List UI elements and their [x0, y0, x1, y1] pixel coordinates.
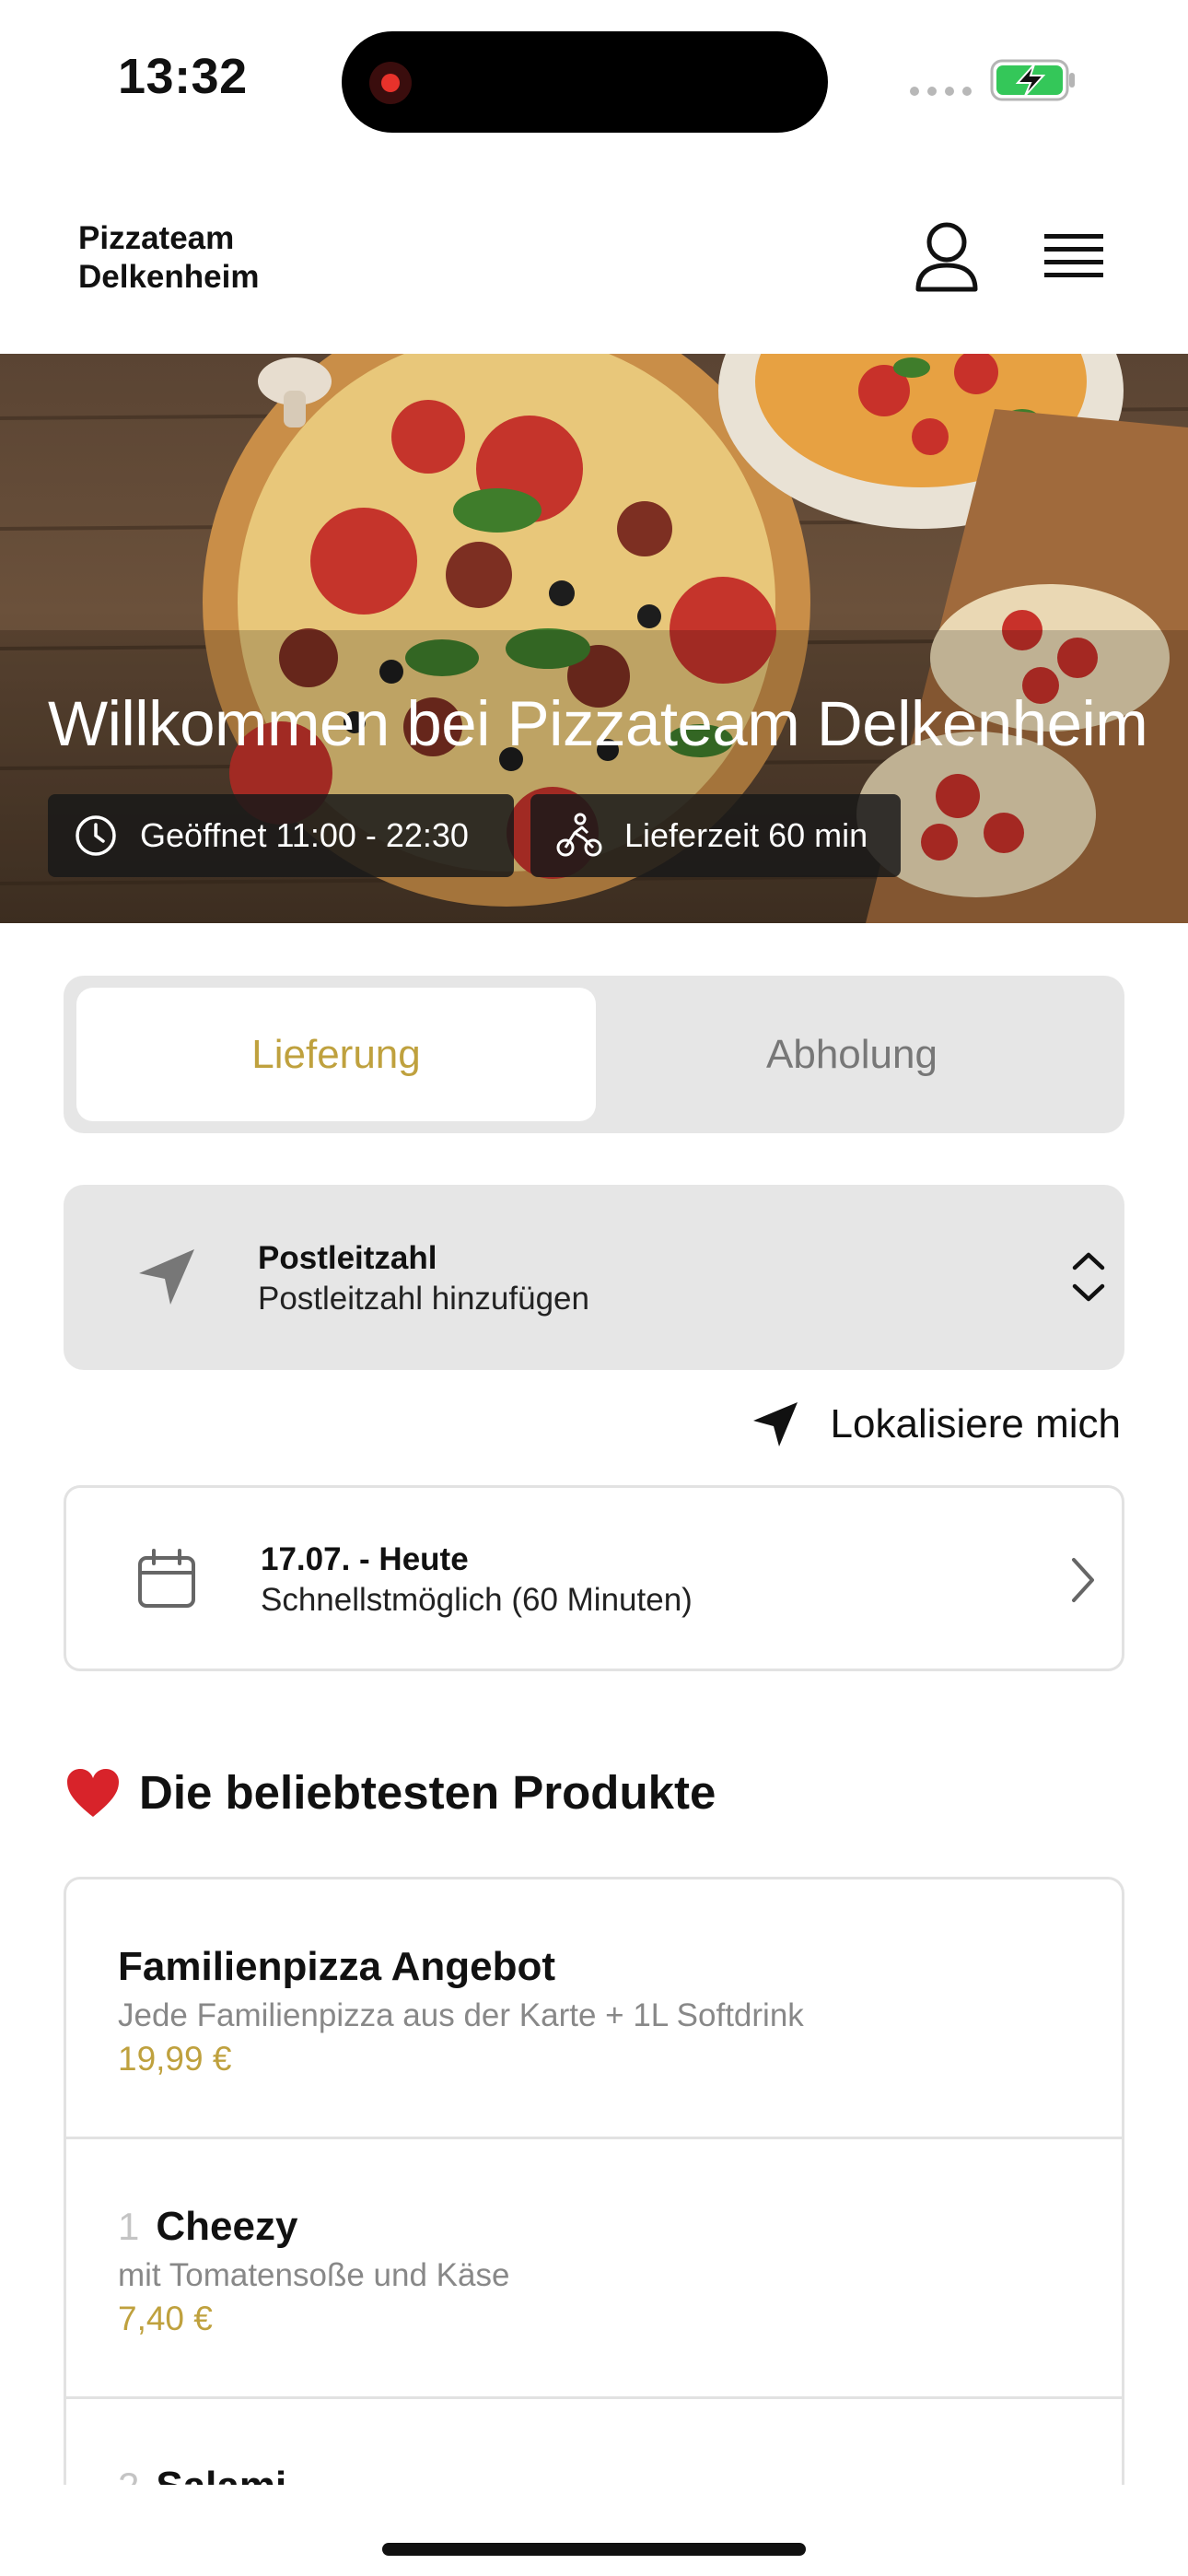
hero-title: Willkommen bei Pizzateam Delkenheim [48, 688, 1148, 759]
calendar-icon [138, 1549, 195, 1608]
dynamic-island [342, 31, 828, 133]
popular-products-list: Familienpizza Angebot Jede Familienpizza… [64, 1877, 1124, 2485]
opening-hours-badge: Geöffnet 11:00 - 22:30 [48, 794, 514, 877]
delivery-time-badge: Lieferzeit 60 min [530, 794, 901, 877]
recording-indicator-icon [369, 62, 412, 104]
product-item[interactable]: 2 Salami [66, 2399, 1122, 2485]
brand-logo-text[interactable]: Pizzateam Delkenheim [78, 219, 259, 297]
popular-products-heading: Die beliebtesten Produkte [65, 1765, 716, 1820]
delivery-time-text: Lieferzeit 60 min [624, 816, 868, 854]
product-item[interactable]: 1 Cheezy mit Tomatensoße und Käse 7,40 € [66, 2139, 1122, 2399]
product-item[interactable]: Familienpizza Angebot Jede Familienpizza… [66, 1879, 1122, 2139]
product-price: 19,99 € [118, 2040, 232, 2078]
home-indicator[interactable] [382, 2543, 806, 2556]
delivery-date-label: 17.07. - Heute [261, 1541, 469, 1577]
chevron-right-icon [1072, 1558, 1094, 1602]
status-time: 13:32 [118, 49, 248, 104]
product-price: 7,40 € [118, 2300, 213, 2337]
hamburger-menu-icon[interactable] [1042, 228, 1105, 287]
locate-me-label: Lokalisiere mich [830, 1401, 1121, 1446]
product-description: mit Tomatensoße und Käse [118, 2257, 510, 2293]
heart-icon [67, 1768, 119, 1817]
product-name-row: 2 Salami [118, 2464, 1070, 2485]
order-mode-switch: Lieferung Abholung [64, 976, 1124, 1133]
hero-banner: Willkommen bei Pizzateam Delkenheim Geöf… [0, 354, 1188, 923]
product-name: Familienpizza Angebot [118, 1944, 556, 1989]
delivery-bike-icon [556, 813, 602, 857]
popular-products-title: Die beliebtesten Produkte [139, 1766, 716, 1819]
product-description: Jede Familienpizza aus der Karte + 1L So… [118, 1997, 804, 2033]
product-number: 1 [118, 2205, 140, 2248]
tab-pickup[interactable]: Abholung [592, 988, 1112, 1121]
brand-name-line1: Pizzateam [78, 220, 235, 256]
delivery-time-value: Schnellstmöglich (60 Minuten) [261, 1582, 693, 1618]
location-arrow-icon [139, 1249, 194, 1305]
clock-icon [76, 815, 116, 856]
product-name: Salami [156, 2464, 286, 2485]
product-name-row: 1 Cheezy [118, 2204, 1070, 2250]
location-arrow-icon [752, 1402, 798, 1446]
tab-delivery[interactable]: Lieferung [76, 988, 596, 1121]
chevron-up-down-icon [1072, 1252, 1105, 1302]
product-number: 2 [118, 2465, 139, 2485]
brand-name-line2: Delkenheim [78, 259, 260, 295]
postal-code-label: Postleitzahl [258, 1240, 437, 1276]
postal-code-input[interactable]: Postleitzahl hinzufügen [258, 1281, 589, 1317]
locate-me-button[interactable]: Lokalisiere mich [751, 1400, 1121, 1448]
product-name-row: Familienpizza Angebot [118, 1944, 1070, 1990]
product-name: Cheezy [156, 2204, 298, 2249]
cellular-signal-icon [910, 87, 972, 96]
battery-charging-icon [990, 59, 1075, 101]
delivery-date-selector[interactable]: 17.07. - Heute Schnellstmöglich (60 Minu… [64, 1485, 1124, 1671]
postal-code-selector[interactable]: Postleitzahl Postleitzahl hinzufügen [64, 1185, 1124, 1370]
opening-hours-text: Geöffnet 11:00 - 22:30 [140, 816, 469, 854]
user-account-icon[interactable] [914, 221, 979, 295]
